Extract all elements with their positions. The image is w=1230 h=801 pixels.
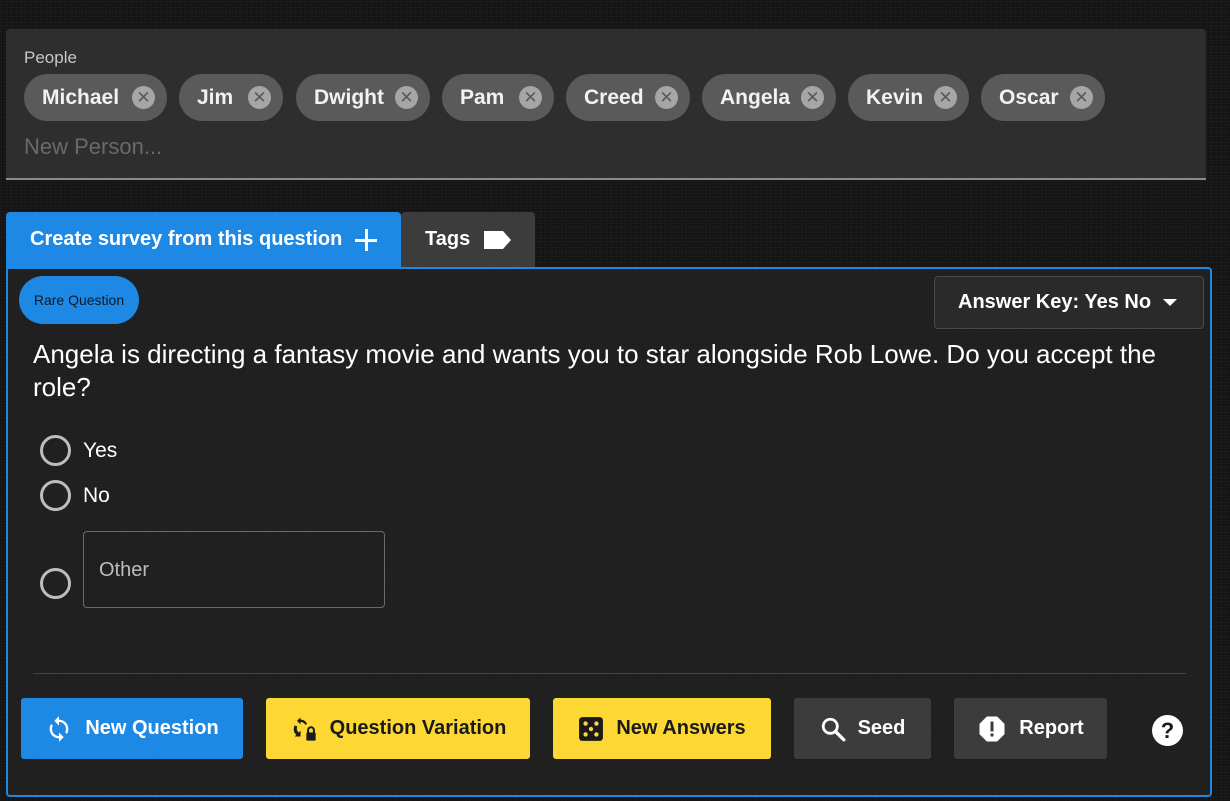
report-label: Report — [1019, 717, 1084, 739]
option-no[interactable]: No — [40, 480, 110, 511]
radio-button[interactable] — [40, 568, 71, 599]
new-question-button[interactable]: New Question — [21, 698, 243, 759]
create-survey-button[interactable]: Create survey from this question — [6, 212, 401, 267]
report-button[interactable]: Report — [954, 698, 1107, 759]
person-chip-label: Dwight — [314, 85, 384, 109]
person-chip[interactable]: Dwight ✕ — [296, 74, 430, 121]
option-label: No — [83, 483, 110, 507]
person-chip[interactable]: Pam ✕ — [442, 74, 554, 121]
person-chip-label: Jim — [197, 85, 234, 109]
new-person-input[interactable]: New Person... — [24, 134, 162, 160]
person-chip-label: Michael — [42, 85, 120, 109]
close-icon[interactable]: ✕ — [248, 86, 271, 109]
question-variation-button[interactable]: Question Variation — [266, 698, 530, 759]
radio-button[interactable] — [40, 480, 71, 511]
option-other[interactable] — [40, 568, 71, 599]
close-icon[interactable]: ✕ — [1070, 86, 1093, 109]
alert-octagon-icon — [979, 716, 1005, 741]
question-card: Rare Question Answer Key: Yes No Angela … — [6, 267, 1212, 797]
tags-label: Tags — [425, 228, 471, 250]
person-chip-label: Kevin — [866, 85, 924, 109]
tags-button[interactable]: Tags — [401, 212, 535, 267]
option-label: Yes — [83, 438, 118, 462]
search-icon — [821, 717, 846, 741]
answer-key-dropdown[interactable]: Answer Key: Yes No — [934, 276, 1204, 329]
new-question-label: New Question — [85, 717, 219, 739]
rare-question-badge: Rare Question — [19, 276, 139, 324]
help-icon[interactable]: ? — [1152, 715, 1183, 746]
person-chip-label: Angela — [720, 85, 791, 109]
person-chip[interactable]: Michael ✕ — [24, 74, 167, 121]
person-chip[interactable]: Jim ✕ — [179, 74, 283, 121]
person-chip[interactable]: Oscar ✕ — [981, 74, 1105, 121]
seed-button[interactable]: Seed — [794, 698, 931, 759]
person-chip-label: Creed — [584, 85, 644, 109]
person-chip-label: Oscar — [999, 85, 1059, 109]
other-input[interactable]: Other — [83, 531, 385, 608]
close-icon[interactable]: ✕ — [655, 86, 678, 109]
close-icon[interactable]: ✕ — [934, 86, 957, 109]
close-icon[interactable]: ✕ — [132, 86, 155, 109]
close-icon[interactable]: ✕ — [395, 86, 418, 109]
people-label: People — [24, 48, 77, 67]
new-answers-button[interactable]: New Answers — [553, 698, 771, 759]
new-answers-label: New Answers — [616, 717, 746, 739]
person-chip[interactable]: Kevin ✕ — [848, 74, 969, 121]
close-icon[interactable]: ✕ — [519, 86, 542, 109]
tag-icon — [484, 230, 512, 249]
radio-button[interactable] — [40, 435, 71, 466]
divider — [33, 673, 1186, 674]
question-variation-label: Question Variation — [329, 717, 507, 739]
close-icon[interactable]: ✕ — [801, 86, 824, 109]
dice-icon — [579, 716, 604, 741]
variation-lock-icon — [293, 716, 316, 741]
person-chip[interactable]: Angela ✕ — [702, 74, 836, 121]
plus-icon — [354, 228, 378, 252]
caret-down-icon — [1163, 299, 1178, 306]
answer-key-label: Answer Key: Yes No — [958, 291, 1152, 313]
person-chip-label: Pam — [460, 85, 505, 109]
question-text: Angela is directing a fantasy movie and … — [33, 339, 1156, 402]
seed-label: Seed — [857, 717, 906, 739]
person-chip[interactable]: Creed ✕ — [566, 74, 690, 121]
people-panel: People Michael ✕ Jim ✕ Dwight ✕ Pam ✕ Cr… — [6, 29, 1206, 180]
create-survey-label: Create survey from this question — [30, 228, 343, 250]
option-yes[interactable]: Yes — [40, 435, 117, 466]
refresh-icon — [49, 715, 69, 742]
